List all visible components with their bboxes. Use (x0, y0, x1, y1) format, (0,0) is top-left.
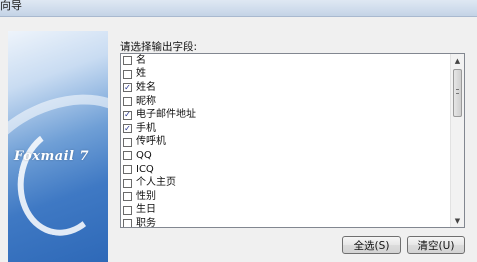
field-item-label: 性别 (136, 190, 156, 202)
checkbox[interactable] (123, 178, 132, 188)
checkbox[interactable] (123, 137, 132, 147)
checkbox[interactable] (123, 205, 132, 215)
scroll-down-arrow-icon[interactable]: ▼ (451, 214, 464, 227)
checkbox[interactable] (123, 192, 132, 202)
checkbox[interactable] (123, 56, 132, 66)
field-item[interactable]: 职务 (121, 217, 450, 228)
field-item-label: 昵称 (136, 95, 156, 107)
field-item-label: 个人主页 (136, 177, 176, 189)
field-item[interactable]: 姓 (121, 68, 450, 82)
select-fields-label: 请选择输出字段: (120, 41, 198, 53)
field-item[interactable]: ✓ 姓名 (121, 81, 450, 95)
clear-button[interactable]: 清空(U) (407, 236, 465, 254)
scroll-thumb[interactable] (453, 69, 462, 117)
field-item[interactable]: 名 (121, 54, 450, 68)
checkbox[interactable] (123, 151, 132, 161)
checkbox[interactable]: ✓ (123, 124, 132, 134)
window-title: 向导 (0, 0, 22, 12)
field-item-label: ICQ (136, 163, 154, 175)
field-item-label: 姓 (136, 68, 146, 80)
foxmail-logo: Foxmail 7 (14, 149, 90, 164)
checkbox[interactable] (123, 69, 132, 79)
select-all-button[interactable]: 全选(S) (342, 236, 401, 254)
field-item[interactable]: ✓ 手机 (121, 122, 450, 136)
checkbox[interactable]: ✓ (123, 83, 132, 93)
field-items: 名姓 ✓ 姓名昵称 ✓ 电子邮件地址 ✓ 手机传呼机 QQ ICQ 个人主页 性别生日 职务 (121, 54, 450, 228)
field-item-label: 职务 (136, 217, 156, 228)
export-wizard-window: 向导 Foxmail 7 请选择输出字段: 名姓 ✓ 姓名昵称 ✓ 电子邮件地址 ✓ 手机传… (0, 0, 477, 262)
field-checklist[interactable]: 名姓 ✓ 姓名昵称 ✓ 电子邮件地址 ✓ 手机传呼机 QQ ICQ 个人主页 性别生日 职务 ▲ ▼ (120, 53, 465, 228)
field-item[interactable]: ✓ 电子邮件地址 (121, 108, 450, 122)
field-item-label: 名 (136, 54, 146, 66)
scroll-up-arrow-icon[interactable]: ▲ (451, 54, 464, 67)
field-item[interactable]: 性别 (121, 190, 450, 204)
title-bar: 向导 (0, 0, 477, 17)
field-item-label: 姓名 (136, 81, 156, 93)
field-item[interactable]: ICQ (121, 163, 450, 177)
field-item[interactable]: 传呼机 (121, 136, 450, 150)
foxmail-banner: Foxmail 7 (8, 31, 108, 262)
vertical-scrollbar[interactable]: ▲ ▼ (450, 54, 464, 227)
field-item[interactable]: 生日 (121, 204, 450, 218)
field-item-label: QQ (136, 149, 152, 161)
scroll-grip-icon (456, 89, 459, 94)
checkbox[interactable] (123, 219, 132, 227)
field-item-label: 传呼机 (136, 136, 166, 148)
field-item-label: 生日 (136, 204, 156, 216)
checkbox[interactable] (123, 97, 132, 107)
checkbox[interactable]: ✓ (123, 110, 132, 120)
checkbox[interactable] (123, 165, 132, 175)
field-item[interactable]: 昵称 (121, 95, 450, 109)
field-item-label: 电子邮件地址 (136, 109, 196, 121)
field-item[interactable]: 个人主页 (121, 176, 450, 190)
field-item-label: 手机 (136, 122, 156, 134)
field-item[interactable]: QQ (121, 149, 450, 163)
